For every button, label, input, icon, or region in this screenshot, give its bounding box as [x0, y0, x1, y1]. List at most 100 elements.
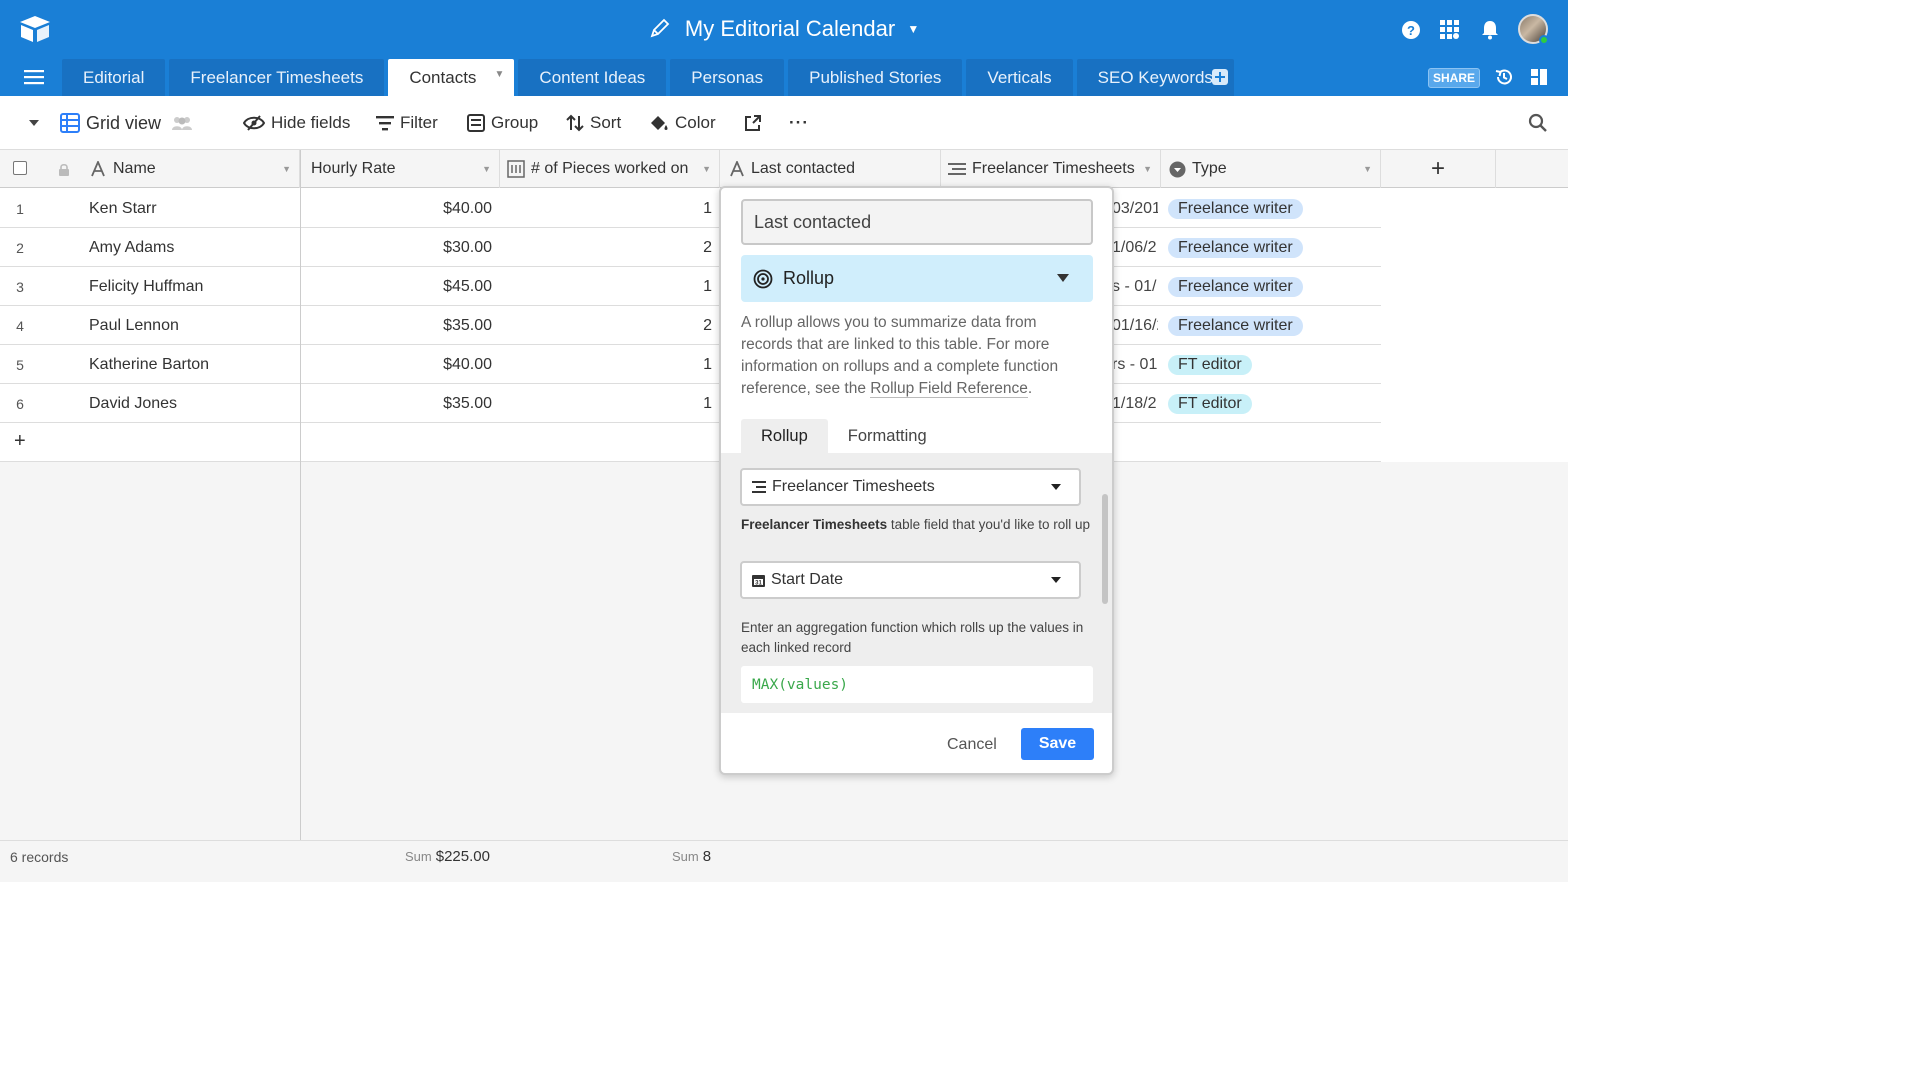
- view-toolbar: Grid view Hide fields Filter Group Sort …: [0, 96, 1568, 150]
- tab-content-ideas[interactable]: Content Ideas: [518, 59, 667, 96]
- tab-freelancer-timesheets[interactable]: Freelancer Timesheets: [169, 59, 385, 96]
- add-row-button[interactable]: +: [14, 430, 26, 453]
- share-view-button[interactable]: [744, 96, 768, 150]
- popup-scrollbar[interactable]: [1102, 494, 1108, 604]
- chevron-down-icon[interactable]: ▼: [1143, 164, 1152, 174]
- cell-pieces[interactable]: 2: [500, 228, 712, 267]
- cell-hourly-rate[interactable]: $40.00: [302, 345, 492, 384]
- help-icon[interactable]: ?: [1399, 18, 1423, 42]
- cell-timesheets[interactable]: 1/18/2: [1112, 384, 1158, 423]
- share-button[interactable]: SHARE: [1428, 68, 1480, 88]
- cell-timesheets[interactable]: s - 01/: [1112, 267, 1158, 306]
- cell-name[interactable]: Felicity Huffman: [89, 267, 299, 306]
- cell-hourly-rate[interactable]: $35.00: [302, 384, 492, 423]
- header-name[interactable]: Name ▼: [0, 150, 300, 188]
- cell-timesheets[interactable]: 1/06/2: [1112, 228, 1158, 267]
- panel-icon[interactable]: [1530, 68, 1548, 86]
- cell-hourly-rate[interactable]: $40.00: [302, 189, 492, 228]
- cell-name[interactable]: Amy Adams: [89, 228, 299, 267]
- cell-name[interactable]: Katherine Barton: [89, 345, 299, 384]
- header-freelancer-timesheets[interactable]: Freelancer Timesheets ▼: [941, 150, 1161, 188]
- header-pieces[interactable]: # of Pieces worked on ▼: [500, 150, 720, 188]
- column-label: Hourly Rate: [311, 160, 396, 177]
- view-switcher[interactable]: Grid view: [60, 96, 199, 150]
- cell-timesheets[interactable]: 01/16/2: [1112, 306, 1158, 345]
- cell-hourly-rate[interactable]: $30.00: [302, 228, 492, 267]
- cell-pieces[interactable]: 1: [500, 345, 712, 384]
- search-button[interactable]: [1528, 96, 1554, 150]
- record-count: 6 records: [10, 849, 69, 865]
- table-row[interactable]: 3 Felicity Huffman $45.00 1 s - 01/ Free…: [0, 267, 1381, 306]
- tab-label: Contacts: [409, 67, 477, 87]
- cell-pieces[interactable]: 2: [500, 306, 712, 345]
- header-hourly-rate[interactable]: Hourly Rate ▼: [300, 150, 500, 188]
- cell-type[interactable]: Freelance writer: [1168, 228, 1378, 267]
- table-row[interactable]: 2 Amy Adams $30.00 2 1/06/2 Freelance wr…: [0, 228, 1381, 267]
- cell-type[interactable]: FT editor: [1168, 384, 1378, 423]
- cell-pieces[interactable]: 1: [500, 267, 712, 306]
- color-button[interactable]: Color: [649, 96, 716, 150]
- bell-icon[interactable]: [1478, 18, 1502, 42]
- tab-verticals[interactable]: Verticals: [966, 59, 1073, 96]
- cell-hourly-rate[interactable]: $35.00: [302, 306, 492, 345]
- sort-button[interactable]: Sort: [566, 96, 621, 150]
- menu-icon[interactable]: [24, 68, 44, 86]
- chevron-down-icon[interactable]: ▼: [1363, 164, 1372, 174]
- aggregation-hint: Enter an aggregation function which roll…: [741, 620, 1084, 655]
- base-title[interactable]: My Editorial Calendar ▼: [0, 16, 1568, 42]
- cell-type[interactable]: Freelance writer: [1168, 306, 1378, 345]
- add-table-icon[interactable]: [1211, 68, 1229, 86]
- tab-editorial[interactable]: Editorial: [62, 59, 166, 96]
- tab-formatting[interactable]: Formatting: [828, 419, 947, 453]
- add-column-button[interactable]: +: [1381, 150, 1496, 188]
- hide-fields-button[interactable]: Hide fields: [243, 96, 350, 150]
- sort-label: Sort: [590, 113, 622, 132]
- cell-name[interactable]: David Jones: [89, 384, 299, 423]
- linked-table-select[interactable]: Freelancer Timesheets: [740, 468, 1081, 506]
- cell-type[interactable]: Freelance writer: [1168, 267, 1378, 306]
- linked-table-value: Freelancer Timesheets: [772, 478, 935, 495]
- rate-summary[interactable]: Sum $225.00: [405, 848, 490, 865]
- pieces-summary[interactable]: Sum 8: [672, 848, 711, 865]
- chevron-down-icon[interactable]: ▼: [702, 164, 711, 174]
- more-options-button[interactable]: ···: [789, 96, 809, 150]
- history-icon[interactable]: [1494, 67, 1514, 87]
- add-row[interactable]: [0, 423, 1381, 462]
- hide-fields-label: Hide fields: [271, 113, 351, 132]
- field-name-input[interactable]: Last contacted: [741, 199, 1093, 245]
- field-type-select[interactable]: Rollup: [741, 255, 1093, 302]
- tab-personas[interactable]: Personas: [670, 59, 785, 96]
- view-switcher-chevron[interactable]: [28, 96, 46, 150]
- cell-type[interactable]: FT editor: [1168, 345, 1378, 384]
- chevron-down-icon[interactable]: ▼: [482, 164, 491, 174]
- cell-name[interactable]: Ken Starr: [89, 189, 299, 228]
- rollup-field-select[interactable]: 31 Start Date: [740, 561, 1081, 599]
- header-type[interactable]: Type ▼: [1161, 150, 1381, 188]
- cell-name[interactable]: Paul Lennon: [89, 306, 299, 345]
- cell-timesheets[interactable]: rs - 01: [1112, 345, 1158, 384]
- cell-pieces[interactable]: 1: [500, 189, 712, 228]
- cancel-button[interactable]: Cancel: [947, 730, 997, 760]
- group-button[interactable]: Group: [467, 96, 538, 150]
- avatar[interactable]: [1518, 14, 1549, 45]
- cell-type[interactable]: Freelance writer: [1168, 189, 1378, 228]
- table-row[interactable]: 6 David Jones $35.00 1 1/18/2 FT editor: [0, 384, 1381, 423]
- cell-timesheets[interactable]: 03/201: [1112, 189, 1158, 228]
- rollup-reference-link[interactable]: Rollup Field Reference: [870, 380, 1028, 398]
- apps-icon[interactable]: [1438, 18, 1462, 42]
- chevron-down-icon[interactable]: ▼: [282, 164, 291, 174]
- table-row[interactable]: 5 Katherine Barton $40.00 1 rs - 01 FT e…: [0, 345, 1381, 384]
- filter-button[interactable]: Filter: [376, 96, 438, 150]
- chevron-down-icon[interactable]: ▼: [495, 69, 505, 80]
- table-row[interactable]: 4 Paul Lennon $35.00 2 01/16/2 Freelance…: [0, 306, 1381, 345]
- aggregation-formula-input[interactable]: MAX(values): [741, 666, 1093, 703]
- table-row[interactable]: 1 Ken Starr $40.00 1 03/201 Freelance wr…: [0, 189, 1381, 228]
- select-all-checkbox[interactable]: [13, 161, 27, 175]
- tab-contacts[interactable]: Contacts ▼: [388, 59, 515, 96]
- cell-pieces[interactable]: 1: [500, 384, 712, 423]
- cell-hourly-rate[interactable]: $45.00: [302, 267, 492, 306]
- tab-published-stories[interactable]: Published Stories: [788, 59, 963, 96]
- tab-rollup[interactable]: Rollup: [741, 419, 828, 453]
- save-button[interactable]: Save: [1021, 728, 1094, 760]
- header-last-contacted[interactable]: Last contacted: [720, 150, 941, 188]
